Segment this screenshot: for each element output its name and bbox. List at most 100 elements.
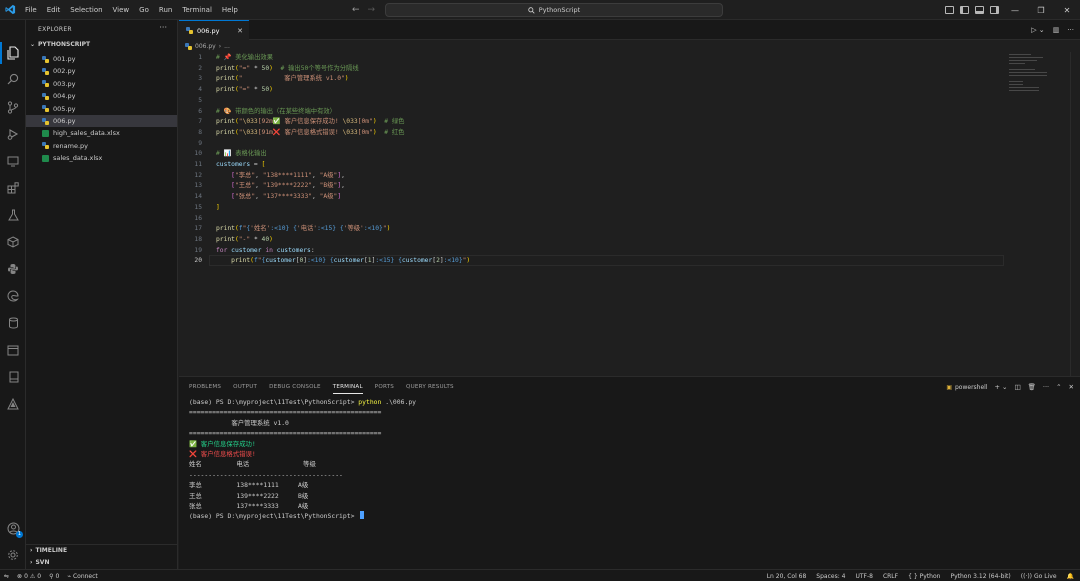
file-item[interactable]: 005.py (26, 103, 177, 115)
minimap-line (1009, 63, 1025, 64)
more-panel-actions-icon[interactable]: ··· (1043, 383, 1049, 391)
ports-status[interactable]: ⚲ 0 (49, 573, 59, 580)
file-item[interactable]: sales_data.xlsx (26, 152, 177, 164)
database-icon[interactable] (5, 315, 21, 331)
new-terminal-icon[interactable]: + ⌄ (995, 383, 1008, 391)
toggle-primary-sidebar-icon[interactable] (960, 6, 969, 14)
menu-run[interactable]: Run (154, 0, 177, 20)
python-file-icon (42, 80, 49, 88)
problems-status[interactable]: ⊗ 0 ⚠ 0 (17, 573, 41, 580)
minimap-line (1009, 75, 1047, 76)
connect-status[interactable]: ⌁ Connect (67, 573, 97, 580)
run-python-icon[interactable]: ▷ ⌄ (1031, 26, 1044, 34)
file-item[interactable]: 003.py (26, 78, 177, 90)
file-item[interactable]: 004.py (26, 90, 177, 102)
cursor-position[interactable]: Ln 20, Col 68 (767, 573, 807, 580)
edge-browser-icon[interactable] (5, 288, 21, 304)
indentation[interactable]: Spaces: 4 (816, 573, 845, 580)
menu-bar: File Edit Selection View Go Run Terminal… (20, 0, 243, 20)
close-window-icon[interactable]: ✕ (1054, 0, 1080, 20)
code-text: ["李总", "138****1111", "A级"], (231, 171, 345, 179)
back-arrow-icon[interactable]: ← (352, 5, 360, 15)
remote-explorer-icon[interactable] (5, 153, 21, 169)
go-live-button[interactable]: ((·)) Go Live (1021, 573, 1057, 580)
packages-box-icon[interactable] (5, 234, 21, 250)
menu-terminal[interactable]: Terminal (177, 0, 217, 20)
extensions-icon[interactable] (5, 180, 21, 196)
python-interpreter[interactable]: Python 3.12 (64-bit) (950, 573, 1010, 580)
customize-layout-icon[interactable] (945, 6, 954, 14)
python-icon[interactable] (5, 261, 21, 277)
editor-scrollbar[interactable] (1070, 52, 1080, 376)
code-text: ["王总", "139****2222", "B级"], (231, 182, 345, 190)
minimap[interactable] (1009, 52, 1069, 112)
tab-query-results[interactable]: QUERY RESULTS (406, 377, 454, 397)
bottom-panel: PROBLEMS OUTPUT DEBUG CONSOLE TERMINAL P… (179, 376, 1080, 569)
breadcrumb-file[interactable]: 006.py (195, 43, 216, 50)
line-number: 12 (194, 171, 202, 179)
explorer-icon[interactable] (5, 45, 21, 61)
account-icon[interactable]: 1 (5, 520, 23, 538)
run-debug-icon[interactable] (5, 126, 21, 142)
command-center-search[interactable]: PythonScript (385, 3, 723, 17)
language-mode[interactable]: { } Python (908, 573, 940, 580)
timeline-section[interactable]: › TIMELINE (30, 547, 67, 554)
encoding[interactable]: UTF-8 (855, 573, 873, 580)
menu-selection[interactable]: Selection (65, 0, 107, 20)
search-sidebar-icon[interactable] (5, 71, 21, 87)
menu-go[interactable]: Go (134, 0, 154, 20)
tab-debug-console[interactable]: DEBUG CONSOLE (269, 377, 321, 397)
code-line: 2 print("=" * 50) # 输出50个等号作为分隔线 (179, 63, 1080, 74)
notebook-icon[interactable] (5, 369, 21, 385)
minimize-icon[interactable]: — (1002, 0, 1028, 20)
tab-problems[interactable]: PROBLEMS (189, 377, 221, 397)
file-name: 005.py (53, 104, 76, 113)
line-number: 11 (194, 161, 202, 168)
tab-output[interactable]: OUTPUT (233, 377, 257, 397)
testing-flask-icon[interactable] (5, 207, 21, 223)
minimap-line (1009, 90, 1039, 91)
file-item[interactable]: 002.py (26, 65, 177, 77)
forward-arrow-icon[interactable]: → (368, 5, 376, 15)
antenna-icon: ⚲ (49, 572, 54, 580)
file-item[interactable]: 001.py (26, 53, 177, 65)
close-panel-icon[interactable]: ✕ (1069, 383, 1074, 391)
menu-help[interactable]: Help (217, 0, 243, 20)
menu-edit[interactable]: Edit (42, 0, 66, 20)
line-number: 17 (194, 225, 202, 233)
file-item[interactable]: high_sales_data.xlsx (26, 127, 177, 139)
breadcrumb-more[interactable]: ... (224, 43, 230, 50)
menu-file[interactable]: File (20, 0, 42, 20)
restore-icon[interactable]: ❐ (1028, 0, 1054, 20)
svn-icon[interactable] (5, 396, 21, 412)
split-editor-icon[interactable]: ▥ (1053, 26, 1060, 34)
file-item[interactable]: rename.py (26, 140, 177, 152)
more-actions-icon[interactable]: ··· (159, 23, 167, 32)
tab-ports[interactable]: PORTS (375, 377, 394, 397)
code-text: print(" 客户管理系统 v1.0") (216, 75, 349, 83)
notifications-bell-icon[interactable]: 🔔 (1067, 573, 1074, 580)
settings-gear-icon[interactable] (5, 547, 21, 563)
menu-view[interactable]: View (108, 0, 135, 20)
toggle-panel-icon[interactable] (975, 6, 984, 14)
search-icon (528, 6, 535, 14)
terminal-line: 客户管理系统 v1.0 (189, 418, 289, 427)
more-editor-actions-icon[interactable]: ··· (1067, 26, 1074, 34)
file-item[interactable]: 006.py (26, 115, 177, 127)
broadcast-icon: ((·)) (1020, 572, 1033, 580)
editor-tab-006[interactable]: 006.py ✕ (179, 20, 249, 40)
svn-section[interactable]: › SVN (30, 559, 49, 566)
folder-header[interactable]: ⌄ PYTHONSCRIPT (30, 41, 90, 48)
remote-indicator-icon[interactable]: ⇋ (4, 573, 9, 580)
line-number: 14 (194, 193, 202, 201)
maximize-panel-icon[interactable]: ⌃ (1056, 383, 1061, 391)
line-ending[interactable]: CRLF (883, 573, 898, 580)
tab-terminal[interactable]: TERMINAL (332, 377, 363, 397)
close-tab-icon[interactable]: ✕ (237, 27, 243, 35)
terminal-selector[interactable]: ▣ powershell (946, 384, 987, 391)
trash-icon[interactable]: 🗑 (1028, 383, 1036, 391)
remote-window-icon[interactable] (5, 342, 21, 358)
split-terminal-icon[interactable]: ◫ (1014, 383, 1020, 391)
source-control-icon[interactable] (5, 99, 21, 115)
toggle-secondary-sidebar-icon[interactable] (990, 6, 999, 14)
